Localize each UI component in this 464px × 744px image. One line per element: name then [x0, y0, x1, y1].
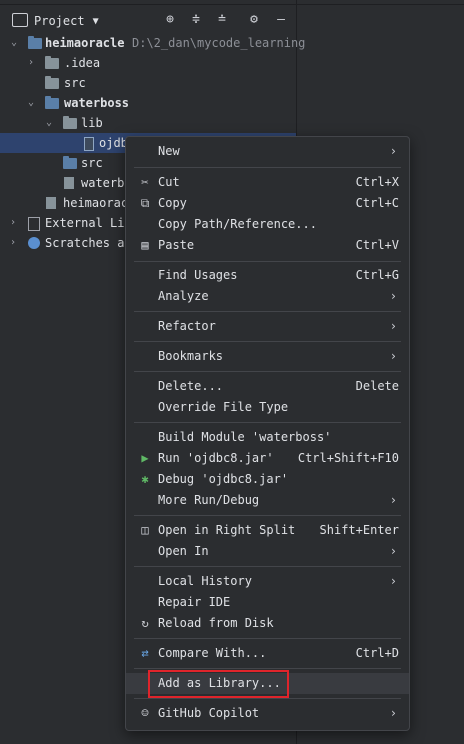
tree-row-lib[interactable]: ⌄ lib	[0, 113, 296, 133]
menu-item-run[interactable]: ▶ Run 'ojdbc8.jar' Ctrl+Shift+F10	[126, 448, 409, 469]
locate-icon[interactable]: ⊕	[162, 12, 178, 28]
folder-label: src	[81, 156, 103, 170]
chevron-right-icon: ›	[389, 319, 397, 333]
menu-item-refactor[interactable]: Refactor ›	[126, 316, 409, 337]
menu-item-local-history[interactable]: Local History ›	[126, 571, 409, 592]
menu-item-copy[interactable]: ⧉ Copy Ctrl+C	[126, 193, 409, 214]
project-toolbar: Project ▼ ⊕ ≑ ≐ ⚙ —	[0, 8, 296, 34]
split-icon: ◫	[141, 523, 149, 537]
folder-icon	[45, 56, 59, 69]
top-border	[0, 0, 464, 5]
expand-all-icon[interactable]: ≑	[188, 12, 204, 28]
chevron-right-icon: ›	[389, 289, 397, 303]
panel-title[interactable]: Project	[34, 14, 85, 28]
menu-item-paste[interactable]: ▤ Paste Ctrl+V	[126, 235, 409, 256]
scissors-icon: ✂	[141, 175, 149, 189]
tree-row-src[interactable]: src	[0, 73, 296, 93]
menu-item-open-right-split[interactable]: ◫ Open in Right Split Shift+Enter	[126, 520, 409, 541]
folder-label: .idea	[64, 56, 101, 70]
separator	[134, 371, 401, 372]
chevron-down-icon[interactable]: ▼	[93, 16, 99, 27]
separator	[134, 515, 401, 516]
reload-icon: ↻	[141, 616, 149, 630]
root-name: heimaoracle	[45, 36, 125, 50]
copilot-icon: ☺	[141, 706, 149, 720]
library-icon	[28, 217, 40, 231]
folder-label: src	[64, 76, 86, 90]
chevron-right-icon: ›	[389, 493, 397, 507]
menu-item-open-in[interactable]: Open In ›	[126, 541, 409, 562]
menu-item-reload[interactable]: ↻ Reload from Disk	[126, 613, 409, 634]
separator	[134, 167, 401, 168]
menu-item-new[interactable]: New ›	[126, 141, 409, 162]
menu-item-cut[interactable]: ✂ Cut Ctrl+X	[126, 172, 409, 193]
module-file-icon	[64, 177, 74, 189]
menu-item-github-copilot[interactable]: ☺ GitHub Copilot ›	[126, 703, 409, 724]
menu-item-debug[interactable]: ✱ Debug 'ojdbc8.jar'	[126, 469, 409, 490]
run-icon: ▶	[141, 451, 149, 465]
separator	[134, 341, 401, 342]
separator	[134, 638, 401, 639]
menu-item-more-run-debug[interactable]: More Run/Debug ›	[126, 490, 409, 511]
collapse-all-icon[interactable]: ≐	[214, 12, 230, 28]
tree-row-waterboss[interactable]: ⌄ waterboss	[0, 93, 296, 113]
chevron-right-icon: ›	[389, 544, 397, 558]
gear-icon[interactable]: ⚙	[246, 12, 262, 28]
menu-item-analyze[interactable]: Analyze ›	[126, 286, 409, 307]
project-icon	[12, 13, 28, 27]
chevron-down-icon[interactable]: ⌄	[25, 93, 37, 113]
menu-item-delete[interactable]: Delete... Delete	[126, 376, 409, 397]
root-path: D:\2_dan\mycode_learning	[132, 36, 306, 50]
module-file-icon	[46, 197, 56, 209]
chevron-right-icon: ›	[389, 574, 397, 588]
chevron-right-icon: ›	[389, 349, 397, 363]
jar-icon	[84, 137, 94, 151]
module-folder-icon	[28, 36, 42, 49]
tree-row-idea[interactable]: › .idea	[0, 53, 296, 73]
separator	[134, 261, 401, 262]
chevron-right-icon: ›	[389, 706, 397, 720]
folder-label: lib	[81, 116, 103, 130]
chevron-right-icon: ›	[389, 144, 397, 158]
menu-item-override-file-type[interactable]: Override File Type	[126, 397, 409, 418]
scratches-icon	[28, 237, 40, 249]
clipboard-icon: ▤	[141, 238, 149, 252]
source-folder-icon	[63, 156, 77, 169]
separator	[134, 566, 401, 567]
chevron-down-icon[interactable]: ⌄	[8, 33, 20, 53]
copy-icon: ⧉	[140, 196, 150, 210]
menu-item-repair-ide[interactable]: Repair IDE	[126, 592, 409, 613]
minimize-icon[interactable]: —	[273, 12, 289, 28]
separator	[134, 422, 401, 423]
chevron-right-icon[interactable]: ›	[25, 53, 37, 73]
separator	[134, 311, 401, 312]
folder-icon	[63, 116, 77, 129]
menu-item-build-module[interactable]: Build Module 'waterboss'	[126, 427, 409, 448]
folder-label: waterboss	[64, 96, 130, 110]
tree-row-root[interactable]: ⌄ heimaoracle D:\2_dan\mycode_learning	[0, 33, 305, 53]
chevron-right-icon[interactable]: ›	[7, 233, 19, 253]
compare-icon: ⇄	[141, 646, 149, 660]
separator	[134, 668, 401, 669]
context-menu: New › ✂ Cut Ctrl+X ⧉ Copy Ctrl+C Copy Pa…	[125, 136, 410, 731]
menu-item-compare-with[interactable]: ⇄ Compare With... Ctrl+D	[126, 643, 409, 664]
menu-item-find-usages[interactable]: Find Usages Ctrl+G	[126, 265, 409, 286]
menu-item-copy-path[interactable]: Copy Path/Reference...	[126, 214, 409, 235]
bug-icon: ✱	[141, 472, 149, 486]
module-folder-icon	[45, 96, 59, 109]
chevron-down-icon[interactable]: ⌄	[43, 113, 55, 133]
separator	[134, 698, 401, 699]
folder-icon	[45, 76, 59, 89]
highlight-annotation-box	[148, 670, 289, 698]
menu-item-bookmarks[interactable]: Bookmarks ›	[126, 346, 409, 367]
chevron-right-icon[interactable]: ›	[7, 213, 19, 233]
